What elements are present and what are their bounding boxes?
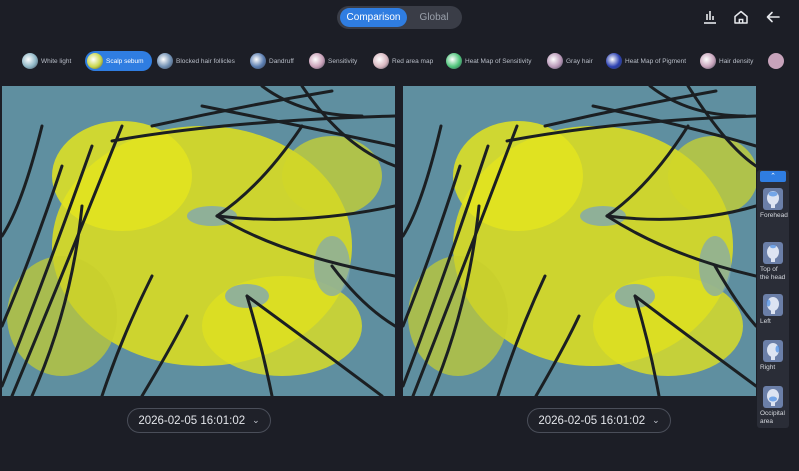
chevron-down-icon: ⌄ [252,415,260,425]
mode-label: Heat Map of Sensitivity [465,57,532,65]
mode-hair-density[interactable]: Hair density [698,51,761,71]
region-label: Forehead [760,212,788,219]
chevron-down-icon: ⌄ [652,415,660,425]
dandruff-thumbnail-icon [250,53,266,69]
mode-label: Hair density [719,57,754,65]
white-light-thumbnail-icon [22,53,38,69]
mode-heat-map-pigment[interactable]: Heat Map of Pigment [604,51,694,71]
head-forehead-icon [763,188,783,210]
mode-label: Heat Map of Pigment [625,57,687,65]
head-left-icon [763,294,783,316]
region-label: Top of the head [760,266,786,281]
mode-dandruff[interactable]: Dandruff [248,51,302,71]
chevron-up-icon[interactable]: ⌃ [760,171,786,182]
hair-density-thumbnail-icon [700,53,716,69]
heat-map-sensitivity-thumbnail-icon [446,53,462,69]
mode-label: Dandruff [269,57,294,65]
right-date-selector[interactable]: 2026-02-05 16:01:02 ⌄ [527,408,671,433]
left-date-selector[interactable]: 2026-02-05 16:01:02 ⌄ [127,408,271,433]
heat-map-pigment-thumbnail-icon [606,53,622,69]
sensitivity-thumbnail-icon [309,53,325,69]
mode-gray-hair[interactable]: Gray hair [545,51,601,71]
back-arrow-icon[interactable] [764,8,782,26]
left-date-text: 2026-02-05 16:01:02 [138,414,246,427]
region-occipital-area[interactable]: Occipital area [758,386,788,426]
mode-label: Blocked hair follicles [176,57,235,65]
left-scalp-image[interactable] [2,86,395,396]
scalp-sebum-thumbnail-icon [87,53,103,69]
scalp-sebum-micrograph [2,86,395,396]
analysis-mode-strip: White light Scalp sebum Blocked hair fol… [0,48,799,74]
tab-global[interactable]: Global [409,8,459,27]
head-right-icon [763,340,783,362]
region-forehead[interactable]: Forehead [758,188,788,220]
mode-sensitivity[interactable]: Sensitivity [307,51,365,71]
mode-label: Sensitivity [328,57,358,65]
bar-chart-icon[interactable] [701,8,719,26]
mode-white-light[interactable]: White light [20,51,79,71]
home-icon[interactable] [732,8,750,26]
head-top-icon [763,242,783,264]
more-mode-thumbnail-icon [768,53,784,69]
tab-comparison[interactable]: Comparison [340,8,407,27]
mode-heat-map-sensitivity[interactable]: Heat Map of Sensitivity [444,51,539,71]
view-toggle: Comparison Global [337,6,462,29]
mode-label: Scalp sebum [106,57,144,65]
region-left[interactable]: Left [758,294,788,326]
region-label: Occipital area [760,410,785,425]
red-area-thumbnail-icon [373,53,389,69]
scalp-region-panel: ⌃ Forehead Top of the head Left Right Oc… [757,170,789,428]
region-label: Left [760,318,771,325]
gray-hair-thumbnail-icon [547,53,563,69]
comparison-screen: Comparison Global White light Scalp sebu… [0,0,799,471]
right-scalp-image[interactable] [403,86,756,396]
head-occipital-icon [763,386,783,408]
mode-scalp-sebum[interactable]: Scalp sebum [85,51,152,71]
mode-more[interactable] [766,51,787,71]
mode-label: Red area map [392,57,434,65]
region-top-of-head[interactable]: Top of the head [758,242,788,282]
scalp-sebum-micrograph [403,86,756,396]
mode-label: Gray hair [566,57,593,65]
mode-red-area-map[interactable]: Red area map [371,51,441,71]
mode-label: White light [41,57,72,65]
mode-blocked-hair-follicles[interactable]: Blocked hair follicles [155,51,243,71]
region-label: Right [760,364,776,371]
blocked-follicles-thumbnail-icon [157,53,173,69]
region-right[interactable]: Right [758,340,788,372]
right-date-text: 2026-02-05 16:01:02 [538,414,646,427]
